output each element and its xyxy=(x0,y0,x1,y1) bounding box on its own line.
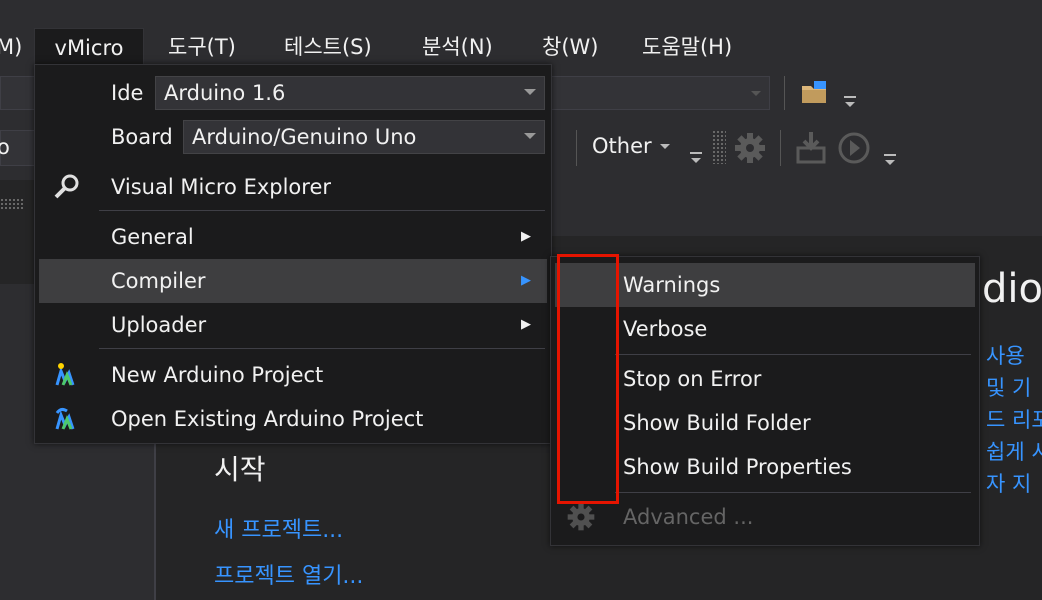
toolbar-other-dropdown[interactable]: Other xyxy=(592,134,652,158)
new-project-icon xyxy=(55,363,75,386)
submenu-item-label: Advanced ... xyxy=(623,505,754,529)
menu-item-label: Compiler xyxy=(111,269,206,293)
play-icon[interactable] xyxy=(836,130,872,166)
menu-item-label: Visual Micro Explorer xyxy=(111,175,331,199)
start-page-text-line[interactable]: 쉽게 시 xyxy=(986,436,1042,466)
open-project-icon xyxy=(55,407,75,430)
submenu-item-label: Stop on Error xyxy=(623,367,762,391)
menu-separator xyxy=(615,354,971,355)
board-label: Board xyxy=(111,125,173,149)
toolbar-separator xyxy=(780,130,781,166)
chevron-right-icon: ▶ xyxy=(521,273,531,288)
open-project-link[interactable]: 프로젝트 열기... xyxy=(214,558,363,590)
start-page-title: dio xyxy=(982,266,1042,312)
submenu-item-label: Warnings xyxy=(623,273,721,297)
overflow-icon[interactable] xyxy=(844,96,856,107)
search-icon xyxy=(54,174,79,199)
menu-item-test[interactable]: 테스트(S) xyxy=(284,28,372,66)
overflow-icon[interactable] xyxy=(690,152,702,163)
menu-item-label: New Arduino Project xyxy=(111,363,324,387)
menu-item-label: Open Existing Arduino Project xyxy=(111,407,424,431)
chevron-down-icon xyxy=(524,89,536,95)
menu-item-window[interactable]: 창(W) xyxy=(542,28,598,66)
menu-item-visual-micro-explorer[interactable]: Visual Micro Explorer xyxy=(39,165,547,209)
menu-item-open-arduino-project[interactable]: Open Existing Arduino Project xyxy=(39,397,547,441)
panel-grip[interactable] xyxy=(0,198,24,210)
toolbar-separator xyxy=(576,130,577,166)
upload-icon[interactable] xyxy=(794,130,828,166)
start-page-text-line[interactable]: 자 지 xyxy=(986,468,1031,498)
ide-select-value: Arduino 1.6 xyxy=(164,81,286,105)
menu-separator xyxy=(99,210,545,211)
chevron-down-icon xyxy=(524,133,536,139)
menu-item-vmicro[interactable]: vMicro xyxy=(34,28,144,66)
folder-icon[interactable] xyxy=(800,80,830,106)
chevron-down-icon[interactable] xyxy=(660,144,670,149)
chevron-right-icon: ▶ xyxy=(521,229,531,244)
menu-item-new-arduino-project[interactable]: New Arduino Project xyxy=(39,353,547,397)
toolbar-combo-value: o xyxy=(0,135,10,159)
start-page-text-line[interactable]: 및 기 xyxy=(986,372,1031,402)
overflow-icon[interactable] xyxy=(884,154,896,165)
submenu-item-label: Show Build Folder xyxy=(623,411,811,435)
chevron-right-icon: ▶ xyxy=(521,317,531,332)
ide-label: Ide xyxy=(111,81,144,105)
gear-icon[interactable] xyxy=(732,130,768,166)
start-heading: 시작 xyxy=(214,453,266,486)
submenu-item-label: Verbose xyxy=(623,317,708,341)
menu-item-tools[interactable]: 도구(T) xyxy=(168,28,236,66)
menu-item-partial[interactable]: M) xyxy=(0,28,22,66)
vmicro-menu: Ide Arduino 1.6 Board Arduino/Genuino Un… xyxy=(34,64,552,444)
toolbar-combo-left[interactable]: o xyxy=(0,130,38,166)
submenu-item-label: Show Build Properties xyxy=(623,455,852,479)
start-page-text-line[interactable]: 사용 xyxy=(986,340,1025,370)
menu-item-help[interactable]: 도움말(H) xyxy=(642,28,732,66)
left-dock-panel xyxy=(0,180,36,284)
menu-item-label: Uploader xyxy=(111,313,207,337)
ide-select[interactable]: Arduino 1.6 xyxy=(155,76,545,110)
menu-item-analyze[interactable]: 분석(N) xyxy=(422,28,493,66)
toolbar-grip[interactable] xyxy=(712,130,726,164)
board-select-value: Arduino/Genuino Uno xyxy=(192,125,417,149)
menu-separator xyxy=(615,492,971,493)
menu-item-label: General xyxy=(111,225,194,249)
new-project-link[interactable]: 새 프로젝트... xyxy=(214,512,343,544)
menu-item-uploader[interactable]: Uploader ▶ xyxy=(39,303,547,347)
start-page-text-line[interactable]: 드 리포 xyxy=(986,404,1042,434)
menu-item-general[interactable]: General ▶ xyxy=(39,215,547,259)
board-select[interactable]: Arduino/Genuino Uno xyxy=(183,120,545,154)
menu-separator xyxy=(99,348,545,349)
menu-bar: M) vMicro 도구(T) 테스트(S) 분석(N) 창(W) 도움말(H) xyxy=(0,28,1042,66)
menu-item-compiler[interactable]: Compiler ▶ xyxy=(39,259,547,303)
highlight-annotation-box xyxy=(557,254,619,504)
toolbar-separator xyxy=(784,76,785,110)
gear-icon xyxy=(567,503,595,531)
chevron-down-icon xyxy=(751,91,761,96)
